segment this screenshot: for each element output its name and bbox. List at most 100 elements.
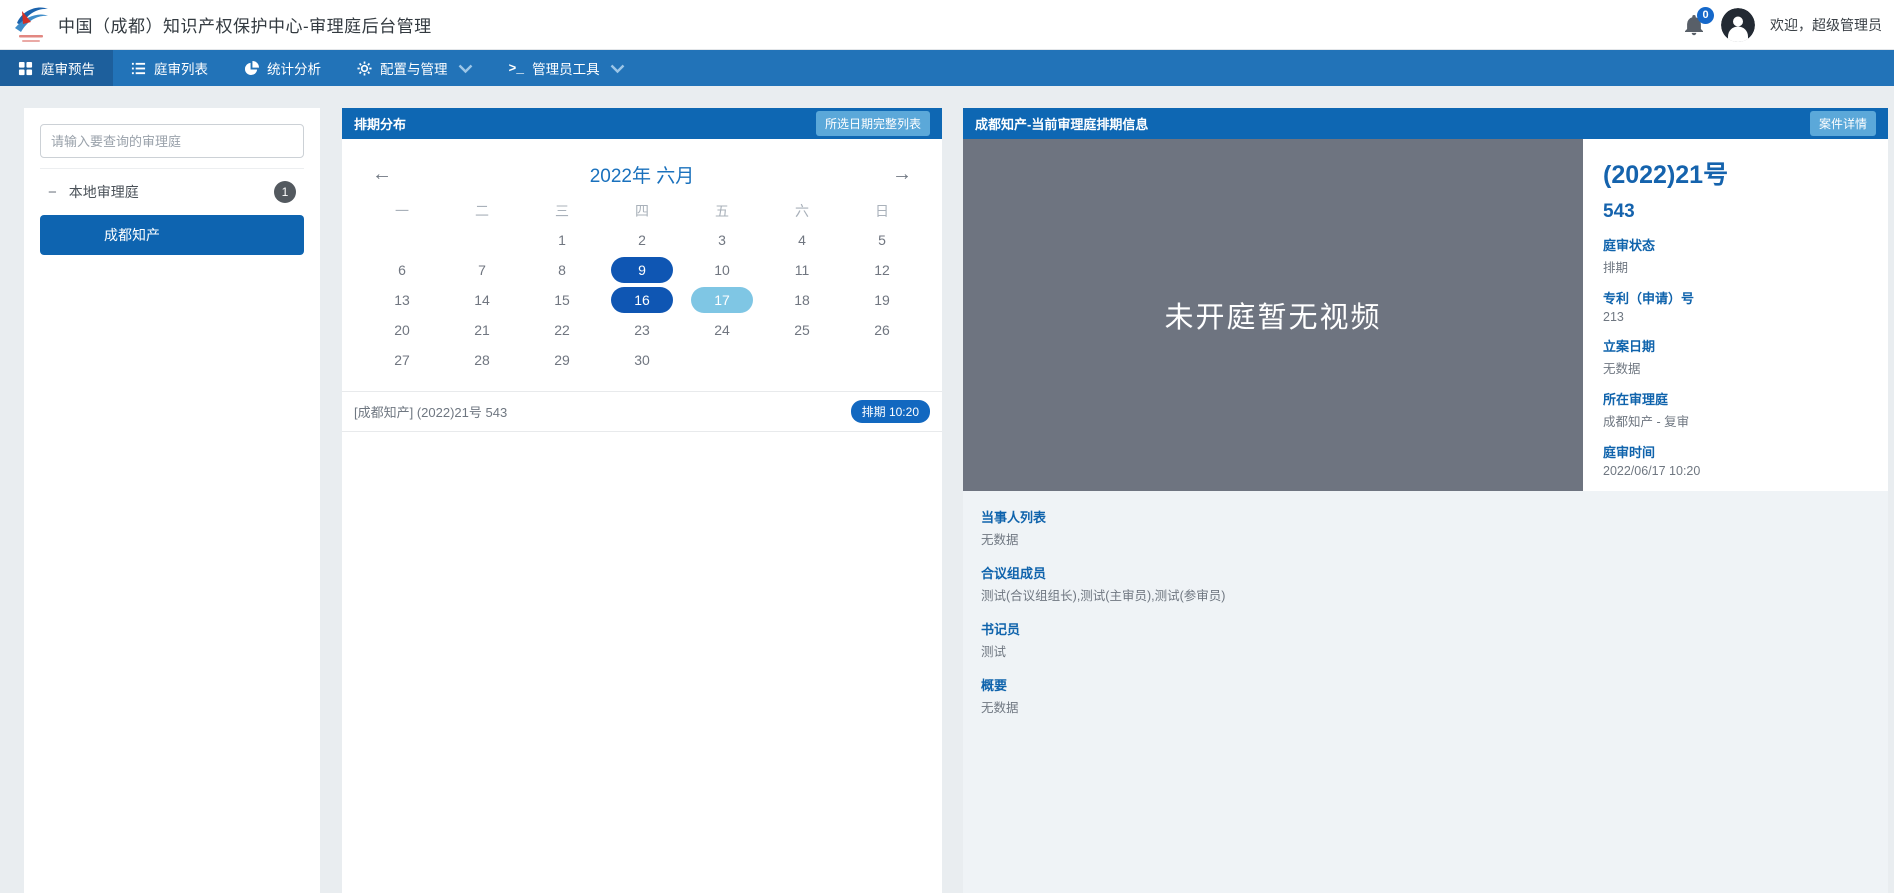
calendar-day[interactable]: 26 [842, 315, 922, 345]
topbar: 中国（成都）知识产权保护中心-审理庭后台管理 0 欢迎，超级管理员 [0, 0, 1894, 50]
detail-section: 合议组成员测试(合议组组长),测试(主审员),测试(参审员) [981, 563, 1870, 604]
case-detail-button[interactable]: 案件详情 [1810, 111, 1876, 136]
calendar-header: ← 2022年 六月 → [342, 151, 942, 197]
calendar-day[interactable]: 25 [762, 315, 842, 345]
calendar-day[interactable]: 4 [762, 225, 842, 255]
field-value: 成都知产 - 复审 [1603, 411, 1868, 430]
list-icon [131, 61, 146, 76]
scheduled-case-list-item[interactable]: [成都知产] (2022)21号 543 排期 10:20 [342, 392, 942, 432]
detail-body: 未开庭暂无视频 (2022)21号 543 庭审状态排期专利（申请）号213立案… [963, 139, 1888, 491]
calendar-day[interactable]: 20 [362, 315, 442, 345]
weekday-label: 一 [362, 197, 442, 225]
tree-node-local-courts[interactable]: − 本地审理庭 1 [40, 173, 304, 211]
calendar-day[interactable]: 29 [522, 345, 602, 375]
case-field: 庭审状态排期 [1603, 235, 1868, 276]
calendar-day-empty [442, 225, 522, 255]
collapse-icon[interactable]: − [48, 184, 57, 201]
court-count-badge: 1 [274, 181, 296, 203]
calendar-day[interactable]: 11 [762, 255, 842, 285]
calendar-day[interactable]: 3 [682, 225, 762, 255]
notification-count-badge: 0 [1697, 7, 1714, 24]
calendar-day[interactable]: 12 [842, 255, 922, 285]
weekday-label: 六 [762, 197, 842, 225]
weekday-label: 二 [442, 197, 522, 225]
court-tree: − 本地审理庭 1 成都知产 [40, 168, 304, 255]
case-number: (2022)21号 [1603, 155, 1868, 191]
calendar-day[interactable]: 9 [602, 255, 682, 285]
calendar-day[interactable]: 18 [762, 285, 842, 315]
case-field: 庭审时间2022/06/17 10:20 [1603, 442, 1868, 478]
nav-tab-label: 配置与管理 [380, 58, 448, 78]
calendar-day[interactable]: 27 [362, 345, 442, 375]
chevron-down-icon [608, 61, 625, 76]
nav-tab-label: 庭审列表 [154, 58, 208, 78]
calendar-day[interactable]: 24 [682, 315, 762, 345]
section-label: 概要 [981, 675, 1870, 694]
calendar-title: 2022年 六月 [590, 161, 695, 188]
detail-section: 书记员测试 [981, 619, 1870, 660]
nav-tab-label: 管理员工具 [532, 58, 600, 78]
nav-tab-hearing-preview[interactable]: 庭审预告 [0, 50, 113, 86]
full-date-list-button[interactable]: 所选日期完整列表 [816, 111, 930, 136]
weekday-label: 四 [602, 197, 682, 225]
case-info-card: (2022)21号 543 庭审状态排期专利（申请）号213立案日期无数据所在审… [1583, 139, 1888, 491]
section-label: 书记员 [981, 619, 1870, 638]
calendar-day[interactable]: 23 [602, 315, 682, 345]
case-item-text: [成都知产] (2022)21号 543 [354, 402, 507, 421]
calendar-prev-icon[interactable]: ← [372, 164, 392, 184]
calendar-day[interactable]: 16 [602, 285, 682, 315]
calendar-day[interactable]: 6 [362, 255, 442, 285]
case-code: 543 [1603, 201, 1868, 223]
calendar-day[interactable]: 7 [442, 255, 522, 285]
field-label: 所在审理庭 [1603, 389, 1868, 408]
calendar-day[interactable]: 17 [682, 285, 762, 315]
calendar-day-empty [682, 345, 762, 375]
calendar-day[interactable]: 22 [522, 315, 602, 345]
court-search-input[interactable] [40, 124, 304, 158]
calendar-day[interactable]: 14 [442, 285, 522, 315]
case-fields: 庭审状态排期专利（申请）号213立案日期无数据所在审理庭成都知产 - 复审庭审时… [1603, 235, 1868, 478]
section-label: 当事人列表 [981, 507, 1870, 526]
weekday-label: 三 [522, 197, 602, 225]
calendar-day[interactable]: 5 [842, 225, 922, 255]
calendar-day[interactable]: 19 [842, 285, 922, 315]
weekday-label: 日 [842, 197, 922, 225]
calendar-weekday-row: 一二三四五六日 [342, 197, 942, 225]
tree-node-court-chengdu[interactable]: 成都知产 [40, 215, 304, 255]
topbar-right: 0 欢迎，超级管理员 [1682, 8, 1884, 42]
nav-tab-config-manage[interactable]: 配置与管理 [339, 50, 491, 86]
hearing-detail-panel: 成都知产-当前审理庭排期信息 案件详情 未开庭暂无视频 (2022)21号 54… [963, 108, 1888, 893]
video-placeholder: 未开庭暂无视频 [963, 139, 1583, 491]
calendar-day[interactable]: 10 [682, 255, 762, 285]
pie-icon [244, 61, 259, 76]
welcome-text: 欢迎，超级管理员 [1770, 15, 1882, 35]
field-value: 2022/06/17 10:20 [1603, 464, 1868, 478]
terminal-icon: >_ [509, 60, 525, 76]
user-avatar-icon[interactable] [1721, 8, 1755, 42]
ippc-logo-icon [10, 3, 50, 47]
field-value: 排期 [1603, 257, 1868, 276]
calendar-day[interactable]: 2 [602, 225, 682, 255]
calendar-day-empty [842, 345, 922, 375]
calendar-day[interactable]: 8 [522, 255, 602, 285]
calendar-day[interactable]: 1 [522, 225, 602, 255]
calendar-day[interactable]: 30 [602, 345, 682, 375]
grid-icon [18, 61, 33, 76]
calendar-day[interactable]: 15 [522, 285, 602, 315]
chevron-down-icon [456, 61, 473, 76]
field-value: 213 [1603, 310, 1868, 324]
schedule-panel-title: 排期分布 [354, 114, 406, 133]
notification-bell-icon[interactable]: 0 [1682, 13, 1706, 37]
calendar-next-icon[interactable]: → [892, 164, 912, 184]
nav-tab-stats-analysis[interactable]: 统计分析 [226, 50, 339, 86]
calendar-day[interactable]: 21 [442, 315, 522, 345]
calendar-day[interactable]: 13 [362, 285, 442, 315]
detail-section: 概要无数据 [981, 675, 1870, 716]
nav-tab-admin-tools[interactable]: >_ 管理员工具 [491, 50, 643, 86]
nav-tab-hearing-list[interactable]: 庭审列表 [113, 50, 226, 86]
video-placeholder-text: 未开庭暂无视频 [1164, 294, 1381, 336]
nav-tabs: 庭审预告 庭审列表统计分析 配置与管理 >_ 管理员工具 [0, 50, 643, 86]
field-label: 立案日期 [1603, 336, 1868, 355]
section-label: 合议组成员 [981, 563, 1870, 582]
calendar-day[interactable]: 28 [442, 345, 522, 375]
